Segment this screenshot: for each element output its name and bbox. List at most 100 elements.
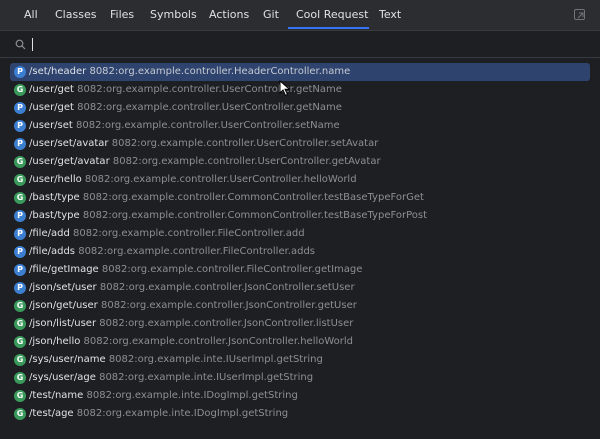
result-path: /bast/type: [29, 210, 80, 221]
result-detail: 8082:org.example.inte.IDogImpl.getString: [76, 408, 289, 419]
post-method-icon: P: [14, 228, 26, 240]
result-detail: 8082:org.example.inte.IUserImpl.getStrin…: [108, 354, 323, 365]
result-detail: 8082:org.example.controller.JsonControll…: [99, 282, 355, 293]
result-path: /bast/type: [29, 192, 80, 203]
result-text: /test/age 8082:org.example.inte.IDogImpl…: [29, 405, 288, 423]
result-text: /json/hello 8082:org.example.controller.…: [29, 333, 353, 351]
result-path: /set/header: [29, 66, 87, 77]
result-detail: 8082:org.example.controller.UserControll…: [77, 102, 342, 113]
result-text: /json/set/user 8082:org.example.controll…: [29, 279, 355, 297]
result-row[interactable]: G/user/get 8082:org.example.controller.U…: [10, 81, 590, 99]
result-row[interactable]: G/user/get/avatar 8082:org.example.contr…: [10, 153, 590, 171]
tab-actions[interactable]: Actions: [209, 0, 249, 30]
result-text: /set/header 8082:org.example.controller.…: [29, 63, 350, 81]
mouse-pointer-icon: [279, 80, 291, 97]
result-detail: 8082:org.example.controller.UserControll…: [111, 138, 379, 149]
result-row[interactable]: G/test/age 8082:org.example.inte.IDogImp…: [10, 405, 590, 423]
result-text: /user/get 8082:org.example.controller.Us…: [29, 99, 342, 117]
text-caret: [32, 38, 33, 51]
post-method-icon: P: [14, 210, 26, 222]
result-path: /json/list/user: [29, 318, 97, 329]
result-detail: 8082:org.example.controller.UserControll…: [76, 120, 340, 131]
search-input[interactable]: [30, 36, 580, 54]
post-method-icon: P: [14, 102, 26, 114]
result-detail: 8082:org.example.inte.IUserImpl.getStrin…: [99, 372, 314, 383]
result-text: /json/list/user 8082:org.example.control…: [29, 315, 353, 333]
get-method-icon: G: [14, 318, 26, 330]
result-row[interactable]: G/test/name 8082:org.example.inte.IDogIm…: [10, 387, 590, 405]
search-bar: [0, 30, 600, 58]
result-row[interactable]: P/user/set/avatar 8082:org.example.contr…: [10, 135, 590, 153]
result-text: /file/add 8082:org.example.controller.Fi…: [29, 225, 305, 243]
result-path: /file/getImage: [29, 264, 99, 275]
get-method-icon: G: [14, 156, 26, 168]
get-method-icon: G: [14, 408, 26, 420]
collapse-icon[interactable]: [574, 9, 585, 20]
result-detail: 8082:org.example.controller.JsonControll…: [100, 300, 357, 311]
result-path: /user/hello: [29, 174, 82, 185]
result-text: /test/name 8082:org.example.inte.IDogImp…: [29, 387, 298, 405]
result-row[interactable]: G/json/get/user 8082:org.example.control…: [10, 297, 590, 315]
result-row[interactable]: P/user/set 8082:org.example.controller.U…: [10, 117, 590, 135]
tab-cool-request[interactable]: Cool Request: [296, 0, 368, 30]
get-method-icon: G: [14, 354, 26, 366]
result-row[interactable]: P/bast/type 8082:org.example.controller.…: [10, 207, 590, 225]
post-method-icon: P: [14, 264, 26, 276]
result-text: /user/set 8082:org.example.controller.Us…: [29, 117, 340, 135]
get-method-icon: G: [14, 390, 26, 402]
result-path: /json/get/user: [29, 300, 98, 311]
result-detail: 8082:org.example.controller.UserControll…: [84, 174, 357, 185]
result-path: /user/set: [29, 120, 73, 131]
result-detail: 8082:org.example.controller.JsonControll…: [99, 318, 354, 329]
result-row[interactable]: G/json/hello 8082:org.example.controller…: [10, 333, 590, 351]
result-row[interactable]: P/set/header 8082:org.example.controller…: [10, 63, 590, 81]
result-text: /bast/type 8082:org.example.controller.C…: [29, 189, 424, 207]
result-path: /user/get/avatar: [29, 156, 110, 167]
result-detail: 8082:org.example.controller.UserControll…: [77, 84, 342, 95]
tab-all[interactable]: All: [24, 0, 38, 30]
result-row[interactable]: P/user/get 8082:org.example.controller.U…: [10, 99, 590, 117]
get-method-icon: G: [14, 192, 26, 204]
tab-text[interactable]: Text: [379, 0, 401, 30]
result-path: /json/hello: [29, 336, 81, 347]
tab-git[interactable]: Git: [263, 0, 279, 30]
get-method-icon: G: [14, 300, 26, 312]
result-row[interactable]: P/file/adds 8082:org.example.controller.…: [10, 243, 590, 261]
result-detail: 8082:org.example.controller.CommonContro…: [82, 210, 428, 221]
tab-files[interactable]: Files: [110, 0, 134, 30]
result-path: /user/get: [29, 84, 74, 95]
result-row[interactable]: G/sys/user/age 8082:org.example.inte.IUs…: [10, 369, 590, 387]
results-list: P/set/header 8082:org.example.controller…: [0, 58, 600, 439]
result-path: /sys/user/name: [29, 354, 106, 365]
active-tab-indicator: [288, 27, 369, 29]
result-row[interactable]: P/json/set/user 8082:org.example.control…: [10, 279, 590, 297]
result-text: /bast/type 8082:org.example.controller.C…: [29, 207, 427, 225]
result-row[interactable]: G/sys/user/name 8082:org.example.inte.IU…: [10, 351, 590, 369]
get-method-icon: G: [14, 372, 26, 384]
result-text: /json/get/user 8082:org.example.controll…: [29, 297, 357, 315]
result-path: /test/name: [29, 390, 84, 401]
result-row[interactable]: G/user/hello 8082:org.example.controller…: [10, 171, 590, 189]
result-row[interactable]: P/file/add 8082:org.example.controller.F…: [10, 225, 590, 243]
post-method-icon: P: [14, 138, 26, 150]
result-path: /file/adds: [29, 246, 76, 257]
result-detail: 8082:org.example.controller.UserControll…: [112, 156, 381, 167]
result-detail: 8082:org.example.controller.HeaderContro…: [89, 66, 351, 77]
post-method-icon: P: [14, 66, 26, 78]
result-row[interactable]: G/json/list/user 8082:org.example.contro…: [10, 315, 590, 333]
result-path: /user/get: [29, 102, 74, 113]
tab-symbols[interactable]: Symbols: [150, 0, 197, 30]
result-text: /sys/user/name 8082:org.example.inte.IUs…: [29, 351, 323, 369]
search-icon: [15, 39, 26, 50]
tab-classes[interactable]: Classes: [55, 0, 96, 30]
result-detail: 8082:org.example.controller.JsonControll…: [83, 336, 354, 347]
result-text: /file/getImage 8082:org.example.controll…: [29, 261, 362, 279]
result-row[interactable]: G/bast/type 8082:org.example.controller.…: [10, 189, 590, 207]
result-detail: 8082:org.example.inte.IDogImpl.getString: [86, 390, 298, 401]
result-path: /file/add: [29, 228, 70, 239]
post-method-icon: P: [14, 120, 26, 132]
result-text: /sys/user/age 8082:org.example.inte.IUse…: [29, 369, 313, 387]
result-text: /user/hello 8082:org.example.controller.…: [29, 171, 357, 189]
result-row[interactable]: P/file/getImage 8082:org.example.control…: [10, 261, 590, 279]
result-text: /user/set/avatar 8082:org.example.contro…: [29, 135, 378, 153]
